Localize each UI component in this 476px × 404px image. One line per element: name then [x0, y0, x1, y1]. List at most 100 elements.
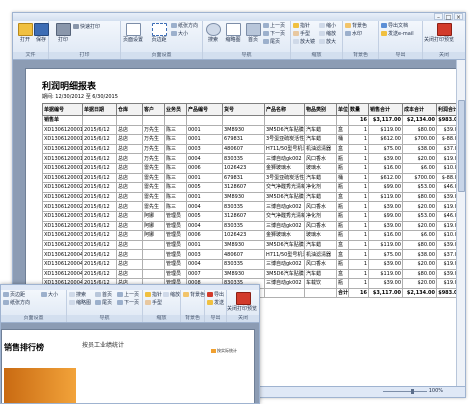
- table-cell: 三博自动gk002: [264, 153, 305, 164]
- email-button-2[interactable]: 发送: [207, 300, 224, 307]
- first-page-button-2[interactable]: 首页: [95, 292, 112, 299]
- table-cell: 3M8930: [222, 268, 265, 280]
- page-color-icon: [183, 292, 189, 297]
- table-row: XD1306120001 2015/6/12 总店 万先生 陈三 0003 480607 H7…: [42, 143, 463, 155]
- next-page-button-2[interactable]: 下一页: [117, 300, 139, 307]
- table-cell: 830335: [222, 153, 265, 164]
- prev-page-button[interactable]: 上一页: [263, 23, 285, 30]
- close-preview-button[interactable]: 关闭打印预览: [424, 23, 454, 43]
- first-page-button[interactable]: 首页: [243, 23, 263, 43]
- minimize-icon[interactable]: –: [434, 13, 443, 21]
- page-color-button[interactable]: 背景色: [345, 23, 367, 30]
- email-button[interactable]: 发送e-mail: [381, 31, 414, 38]
- table-cell: 万先生: [142, 124, 165, 136]
- table-cell: 桶: [336, 134, 349, 145]
- table-cell: 总店: [116, 220, 143, 232]
- magnifier-button[interactable]: 放大镜: [293, 39, 315, 46]
- table-cell: $39.00: [368, 153, 403, 164]
- vertical-scrollbar[interactable]: [456, 60, 465, 387]
- table-cell: 0007: [186, 268, 223, 280]
- find-button-2[interactable]: 搜索: [69, 292, 86, 299]
- table-cell: 0003: [186, 143, 223, 155]
- legend-swatch: [211, 349, 216, 353]
- size-button[interactable]: 大小: [171, 31, 188, 38]
- page-color-button-2[interactable]: 背景色: [183, 292, 205, 299]
- table-cell: $39.00: [368, 201, 403, 212]
- table-cell: [304, 287, 337, 299]
- table-cell: 三博自动gk002: [264, 258, 305, 270]
- table-cell: 净化剂: [304, 210, 337, 222]
- scroll-thumb[interactable]: [458, 100, 465, 192]
- orientation-icon: [3, 300, 9, 305]
- second-preview-window: 页边距 纸张方向 大小 页面设置 搜索 缩略图 首页 上一页 下一页 尾页 导航…: [0, 284, 260, 404]
- zoom-button[interactable]: 缩放: [319, 31, 336, 38]
- quick-print-button[interactable]: 快速打印: [73, 24, 100, 31]
- table-cell: 管理员: [164, 258, 187, 270]
- find-button[interactable]: 搜索: [203, 23, 223, 43]
- save-icon: [33, 23, 49, 36]
- margins-button[interactable]: 页边距: [149, 23, 169, 43]
- table-cell: 1: [348, 153, 369, 164]
- close-preview-button-2[interactable]: 关闭打印预览: [227, 292, 257, 312]
- table-cell: 1: [348, 172, 369, 184]
- table-cell: 总店: [116, 182, 143, 193]
- second-preview-area[interactable]: 销售排行榜 按员工业绩统计 按实际统计: [1, 323, 259, 403]
- table-cell: H711/50型号机油滤清器: [264, 249, 305, 260]
- zoom-slider[interactable]: [383, 389, 427, 394]
- watermark-button[interactable]: 水印: [345, 31, 362, 38]
- hand-button-2[interactable]: 手型: [145, 300, 162, 307]
- print-button[interactable]: 打印: [53, 23, 73, 43]
- table-cell: 总店: [116, 191, 143, 203]
- table-cell: 2015/6/12: [82, 134, 117, 145]
- maximize-icon[interactable]: □: [444, 13, 453, 21]
- table-cell: $6.00: [402, 230, 437, 241]
- zoom-icon: [163, 292, 169, 297]
- pointer-button-2[interactable]: 指针: [145, 292, 162, 299]
- pointer-icon: [145, 292, 151, 297]
- table-cell: 金狮玻璃水: [264, 162, 305, 174]
- export-doc-button[interactable]: 导出文档: [381, 23, 408, 30]
- last-page-button-2[interactable]: 尾页: [95, 300, 112, 307]
- orientation-button[interactable]: 纸张方向: [171, 23, 198, 30]
- table-cell: $80.00: [402, 191, 437, 203]
- table-cell: 1: [348, 124, 369, 136]
- table-cell: $80.00: [402, 124, 437, 136]
- report-date-range: 期间: 12/30/2012 至 6/30/2015: [42, 94, 118, 100]
- zoom-in-button[interactable]: 放大: [319, 39, 336, 46]
- thumbnails-button[interactable]: 缩略图: [223, 23, 243, 43]
- table-cell: 2015/6/12: [82, 258, 117, 270]
- table-cell: 2015/6/12: [82, 268, 117, 280]
- next-page-button[interactable]: 下一页: [263, 31, 285, 38]
- table-row: XD1306120003 2015/6/12 总店 阿娜 管理员 0006 1026423 金…: [42, 230, 463, 241]
- second-report-title: 销售排行榜: [4, 342, 44, 352]
- table-header-row: 单据编号 单据日期 仓库 客户 业务员 产品编号 货号 产品名称 物品类别 单位 数量 销售合计 成本合…: [42, 103, 463, 116]
- table-cell: $3,117.00: [368, 287, 403, 299]
- close-icon[interactable]: ×: [454, 13, 463, 21]
- orientation-button-2[interactable]: 纸张方向: [3, 300, 30, 307]
- export-button-2[interactable]: 导出: [207, 292, 224, 299]
- page-setup-button[interactable]: 页面设置: [123, 23, 143, 43]
- table-cell: 阿娜: [142, 230, 165, 241]
- zoom-out-button[interactable]: 缩小: [319, 23, 336, 30]
- table-cell: 0004: [186, 153, 223, 164]
- table-row: XD1306120004 2015/6/12 总店 管理员 0004 830335 三博自动…: [42, 258, 463, 270]
- hand-button[interactable]: 手型: [293, 31, 310, 38]
- table-cell: 1026423: [222, 162, 265, 174]
- last-page-button[interactable]: 尾页: [263, 39, 280, 46]
- save-button[interactable]: 保存: [31, 23, 51, 43]
- second-ribbon: 页边距 纸张方向 大小 页面设置 搜索 缩略图 首页 上一页 下一页 尾页 导航…: [1, 290, 259, 323]
- thumbnails-button-2[interactable]: 缩略图: [69, 300, 91, 307]
- prev-page-button-2[interactable]: 上一页: [117, 292, 139, 299]
- table-cell: [222, 115, 265, 126]
- hand-icon: [293, 31, 299, 36]
- first-page-icon: [95, 292, 101, 297]
- pointer-button[interactable]: 指针: [293, 23, 310, 30]
- table-cell: 汽车蜡: [304, 239, 337, 251]
- zoom-slider-knob[interactable]: [411, 389, 414, 394]
- table-cell: 三博自动gk002: [264, 278, 305, 289]
- margins-button-2[interactable]: 页边距: [3, 292, 25, 299]
- size-button-2[interactable]: 大小: [41, 292, 58, 299]
- table-cell: 1: [348, 162, 369, 174]
- table-cell: 1: [348, 239, 369, 251]
- zoom-button-2[interactable]: 缩放: [163, 292, 180, 299]
